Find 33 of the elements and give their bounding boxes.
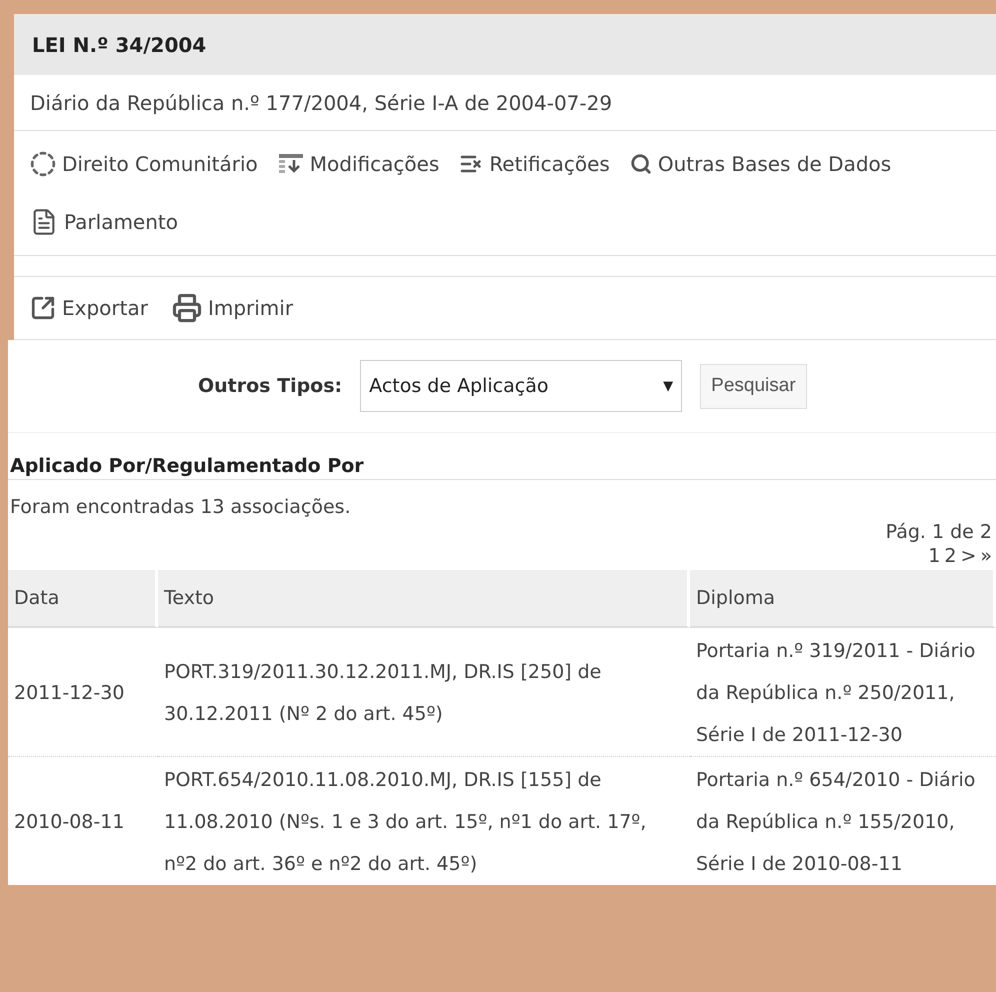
column-header: Data xyxy=(8,570,158,628)
type-select[interactable]: Actos de Aplicação ▼ xyxy=(360,360,682,412)
toolbar-link[interactable]: Direito Comunitário xyxy=(30,135,258,193)
page-link[interactable]: 1 xyxy=(928,544,940,568)
law-title: LEI N.º 34/2004 xyxy=(32,32,206,56)
search-icon xyxy=(630,153,652,175)
page-link[interactable]: > xyxy=(960,544,976,568)
table-arrow-icon xyxy=(278,152,304,176)
toolbar-link[interactable]: Modificações xyxy=(278,135,440,193)
page-info: Pág. 1 de 2 xyxy=(886,520,992,544)
table-cell-text: 2010-08-11 xyxy=(13,810,126,835)
toolbar-link[interactable]: Parlamento xyxy=(30,193,178,251)
table-cell-text: Portaria n.º 654/2010 - Diário da República n.º 155/2010, Série I de 2010-08-11 xyxy=(695,768,976,877)
column-header: Texto xyxy=(158,570,690,628)
page-link[interactable]: 2 xyxy=(944,544,956,568)
dotted-circle-icon xyxy=(30,151,56,177)
table-cell-text: PORT.654/2010.11.08.2010.MJ, DR.IS [155] de 11.08.2010 (Nºs. 1 e 3 do art. 15º, nº1 do art. 17º, nº2 do art. 36º e nº2 do art. 45º) xyxy=(163,768,648,877)
export-icon xyxy=(30,295,56,321)
table-cell: 2011-12-30 xyxy=(8,628,158,757)
printer-icon xyxy=(172,293,202,323)
search-button[interactable]: Pesquisar xyxy=(700,364,807,408)
table-cell: Portaria n.º 319/2011 - Diário da República n.º 250/2011, Série I de 2011-12-30 xyxy=(690,628,996,757)
column-header: Diploma xyxy=(690,570,996,628)
section-title: Aplicado Por/Regulamentado Por xyxy=(8,433,996,480)
result-count: Foram encontradas 13 associações. xyxy=(9,495,352,518)
print-link[interactable]: Imprimir xyxy=(172,279,294,337)
toolbar-link[interactable]: Retificações xyxy=(459,135,610,193)
filter-label: Outros Tipos: xyxy=(198,375,342,397)
table-cell: PORT.319/2011.30.12.2011.MJ, DR.IS [250] de 30.12.2011 (Nº 2 do art. 45º) xyxy=(158,628,690,757)
page-link[interactable]: » xyxy=(980,544,992,568)
publication-info: Diário da República n.º 177/2004, Série I-A de 2004-07-29 xyxy=(14,75,996,131)
export-link[interactable]: Exportar xyxy=(30,279,148,337)
toolbar-link[interactable]: Outras Bases de Dados xyxy=(630,135,892,193)
